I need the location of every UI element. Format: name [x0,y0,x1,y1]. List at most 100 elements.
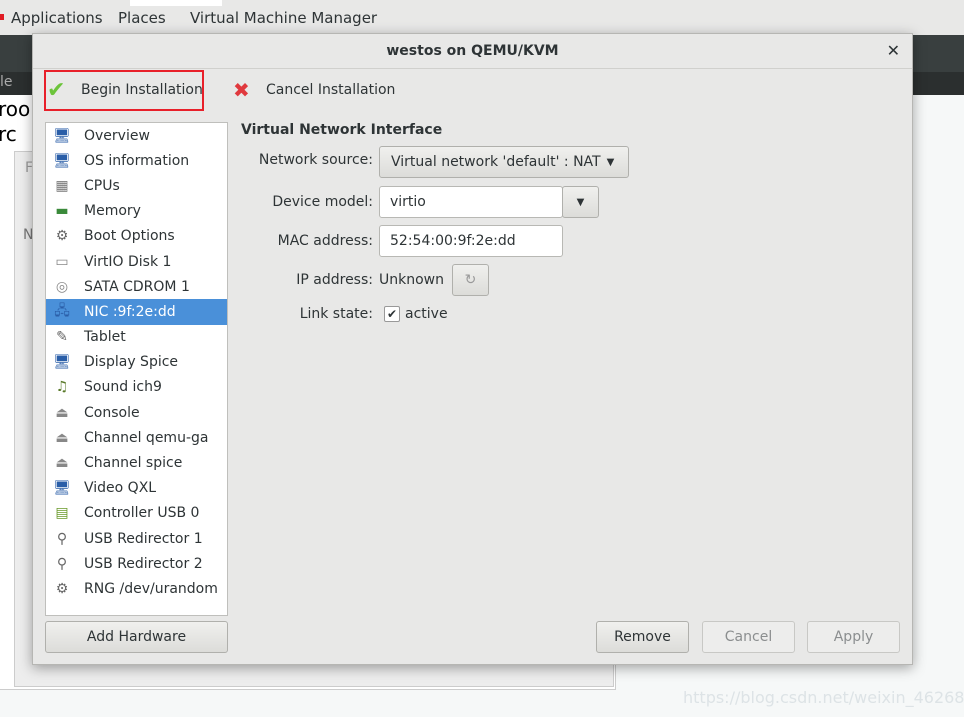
refresh-icon: ↻ [464,272,477,288]
hardware-list-item-label: Channel qemu-ga [84,429,209,446]
disk-icon: ▭ [55,253,69,270]
hardware-list-item-label: VirtIO Disk 1 [84,253,172,270]
device-model-input[interactable]: virtio [379,186,563,218]
checkbox-icon: ✔ [384,306,400,322]
hardware-list-item[interactable]: 🖥 Video QXL [46,476,227,501]
hardware-list-item-label: OS information [84,152,190,169]
hardware-list-item[interactable]: ⏏ Console [46,400,227,425]
hardware-list-item[interactable]: 🖥 Display Spice [46,350,227,375]
hardware-list-item[interactable]: ✎ Tablet [46,325,227,350]
link-state-value: active [405,306,448,322]
controller-icon: ▤ [55,505,69,522]
menu-places[interactable]: Places [118,9,166,27]
dialog-title: westos on QEMU/KVM [386,43,559,59]
hardware-list-item-label: Overview [84,127,150,144]
hardware-list-item[interactable]: ⚲ USB Redirector 2 [46,551,227,576]
background-text: roo [0,97,31,121]
hardware-list-item-label: NIC :9f:2e:dd [84,303,176,320]
background-text: rc [0,122,17,146]
network-icon: 🖧 [54,302,70,319]
apply-button[interactable]: Apply [807,621,900,653]
hardware-list-item[interactable]: ♫ Sound ich9 [46,375,227,400]
link-state-checkbox[interactable]: ✔ active [384,306,448,322]
network-source-value: Virtual network 'default' : NAT [391,154,601,170]
add-hardware-button[interactable]: Add Hardware [45,621,228,653]
cpu-icon: ▦ [55,177,69,194]
hardware-list-item[interactable]: 🖧 NIC :9f:2e:dd [46,299,227,325]
hardware-list-item-label: Boot Options [84,228,175,245]
gears-icon: ⚙ [55,228,69,245]
monitor-icon: 🖥 [53,480,71,497]
hardware-list-item[interactable]: ▭ VirtIO Disk 1 [46,249,227,274]
network-source-label: Network source: [258,152,373,168]
monitor-icon: 🖥 [53,127,71,144]
close-icon[interactable]: ✕ [887,34,900,68]
begin-installation-label: Begin Installation [81,82,203,98]
chevron-down-icon: ▼ [576,196,585,208]
hardware-list-item[interactable]: ⏏ Channel spice [46,450,227,475]
hardware-list-item-label: Channel spice [84,455,183,472]
hardware-list-item[interactable]: ▤ Controller USB 0 [46,501,227,526]
top-tab [130,0,222,6]
hardware-list-item[interactable]: 🖥 OS information [46,148,227,173]
top-panel: Applications Places Virtual Machine Mana… [0,0,964,35]
section-title: Virtual Network Interface [241,122,443,138]
tablet-icon: ✎ [56,329,68,346]
hardware-list-item-label: CPUs [84,177,120,194]
cdrom-icon: ◎ [55,278,69,295]
cross-icon: ✖ [233,78,250,102]
serial-icon: ⏏ [55,455,69,472]
menu-virt-manager[interactable]: Virtual Machine Manager [190,9,377,27]
monitor-icon: 🖥 [53,152,71,169]
hardware-list-item-label: Console [84,404,140,421]
hardware-list-item[interactable]: ◎ SATA CDROM 1 [46,274,227,299]
hardware-list-item-label: Controller USB 0 [84,505,200,522]
refresh-ip-button[interactable]: ↻ [452,264,489,296]
sound-icon: ♫ [55,379,69,396]
hardware-list-item-label: Display Spice [84,354,179,371]
memory-icon: ▬ [55,203,69,220]
monitor-icon: 🖥 [53,354,71,371]
link-state-label: Link state: [299,306,373,322]
checkmark-icon: ✔ [47,77,66,103]
hardware-list-item-label: Tablet [84,329,126,346]
mac-address-input[interactable]: 52:54:00:9f:2e:dd [379,225,563,257]
serial-icon: ⏏ [55,404,69,421]
hardware-list-item-label: USB Redirector 2 [84,555,203,572]
hardware-list-item[interactable]: ▬ Memory [46,199,227,224]
hardware-list-item-label: USB Redirector 1 [84,530,203,547]
gears-icon: ⚙ [55,580,69,597]
watermark: https://blog.csdn.net/weixin_46268244 [683,688,964,707]
cancel-button[interactable]: Cancel [702,621,795,653]
hardware-list-item[interactable]: ⚲ USB Redirector 1 [46,526,227,551]
device-model-dropdown-button[interactable]: ▼ [562,186,599,218]
hardware-list-item-label: SATA CDROM 1 [84,278,190,295]
vm-details-dialog: westos on QEMU/KVM ✕ ✔ Begin Installatio… [32,33,913,665]
chevron-down-icon: ▼ [606,156,615,168]
cancel-installation-button[interactable]: ✖ Cancel Installation [233,70,395,110]
mac-address-label: MAC address: [277,233,373,249]
remove-button[interactable]: Remove [596,621,689,653]
begin-installation-button[interactable]: ✔ Begin Installation [47,70,203,110]
dialog-titlebar: westos on QEMU/KVM ✕ [33,34,912,69]
hardware-list-item-label: Sound ich9 [84,379,162,396]
hardware-list-item[interactable]: ⚙ RNG /dev/urandom [46,576,227,601]
hardware-list-item[interactable]: 🖥 Overview [46,123,227,148]
device-model-label: Device model: [272,194,373,210]
hardware-list-item[interactable]: ⚙ Boot Options [46,224,227,249]
background-text: le [0,74,13,90]
network-source-dropdown[interactable]: Virtual network 'default' : NAT ▼ [379,146,629,178]
ip-address-label: IP address: [296,272,373,288]
ip-address-value: Unknown [379,272,444,288]
serial-icon: ⏏ [55,429,69,446]
hardware-list-item-label: Memory [84,203,141,220]
hardware-list-item-label: Video QXL [84,480,157,497]
hardware-list-item[interactable]: ⏏ Channel qemu-ga [46,425,227,450]
hardware-list-item[interactable]: ▦ CPUs [46,173,227,198]
usb-icon: ⚲ [56,530,68,547]
hardware-list-item-label: RNG /dev/urandom [84,580,218,597]
usb-icon: ⚲ [56,555,68,572]
menu-applications[interactable]: Applications [11,9,103,27]
hardware-list[interactable]: 🖥 Overview 🖥 OS information ▦ CPUs ▬ Memory ⚙ Boo… [45,122,228,616]
cancel-installation-label: Cancel Installation [266,82,396,98]
